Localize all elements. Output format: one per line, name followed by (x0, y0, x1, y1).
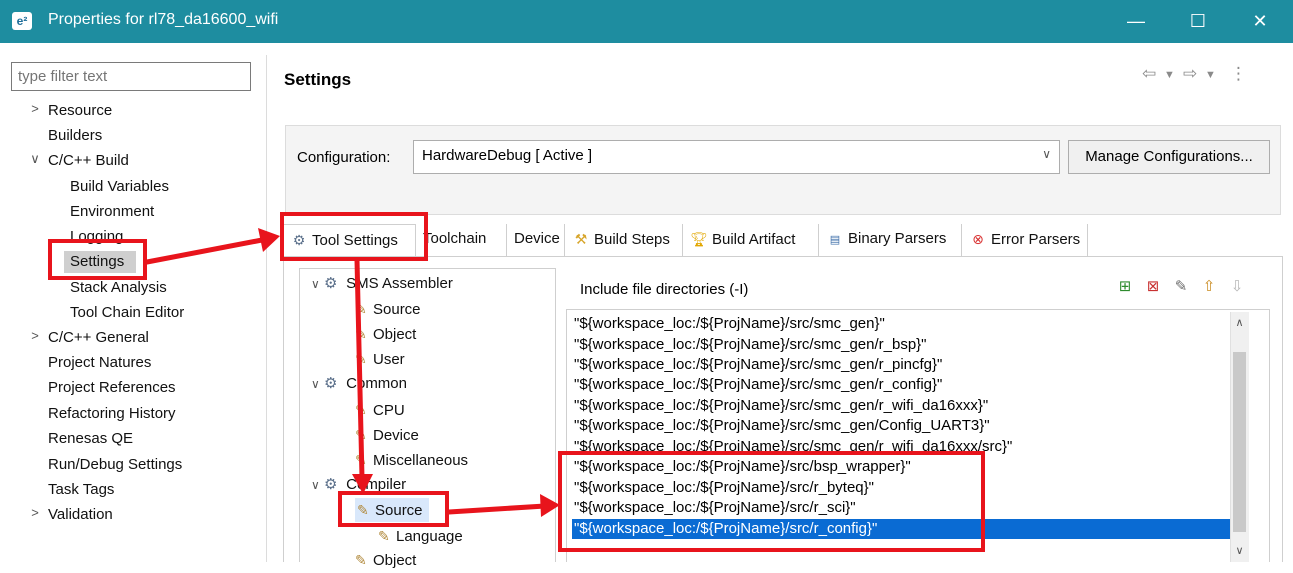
trophy-icon: 🏆︎ (690, 231, 708, 247)
settings-page-icon: ✎ (355, 351, 367, 367)
tab-build-steps[interactable]: ⚒ Build Steps (566, 224, 683, 256)
tab-toolchain[interactable]: Toolchain (417, 224, 507, 256)
settings-page-icon: ✎ (355, 301, 367, 317)
tool-tree-item-assembler[interactable]: ∨ ⚙ SMS Assembler (311, 272, 453, 296)
window-title: Properties for rl78_da16600_wifi (48, 11, 279, 28)
configuration-select[interactable]: HardwareDebug [ Active ] ∨ (413, 140, 1060, 174)
add-icon[interactable]: ⊞ (1115, 277, 1135, 297)
annotation-box-settings (48, 239, 147, 280)
expand-validation-icon[interactable]: > (28, 505, 42, 520)
include-title: Include file directories (-I) (580, 281, 749, 298)
move-up-icon[interactable]: ⇧ (1199, 277, 1219, 297)
forward-dropdown-icon[interactable]: ▼ (1205, 69, 1216, 81)
collapse-build-icon[interactable]: ∨ (28, 151, 42, 167)
tab-error-parsers[interactable]: ⊗ Error Parsers (963, 224, 1088, 256)
settings-page-icon: ✎ (355, 552, 367, 568)
minimize-button[interactable]: — (1105, 0, 1167, 43)
scroll-up-icon[interactable]: ∧ (1232, 316, 1247, 329)
tab-device[interactable]: Device (508, 224, 565, 256)
build-steps-icon: ⚒ (574, 231, 588, 247)
tool-tree-item-device[interactable]: ✎ Device (355, 423, 419, 447)
back-dropdown-icon[interactable]: ▼ (1164, 69, 1175, 81)
tree-item-project-natures[interactable]: Project Natures (48, 352, 151, 374)
binary-icon: ▤ (829, 234, 841, 246)
configuration-label: Configuration: (297, 149, 391, 166)
settings-page-icon: ✎ (355, 402, 367, 418)
tree-item-tool-chain-editor[interactable]: Tool Chain Editor (70, 302, 184, 324)
tree-item-build-variables[interactable]: Build Variables (70, 176, 169, 198)
collapse-icon[interactable]: ∨ (311, 478, 320, 492)
tool-tree-item-asm-user[interactable]: ✎ User (355, 347, 405, 371)
tree-item-environment[interactable]: Environment (70, 201, 154, 223)
tool-tree-item-cpu[interactable]: ✎ CPU (355, 398, 405, 422)
list-item[interactable]: "${workspace_loc:/${ProjName}/src/smc_ge… (572, 355, 1230, 375)
tab-bar: ⚙ Tool Settings Toolchain Device ⚒ Build S… (283, 224, 1283, 256)
tree-item-stack-analysis[interactable]: Stack Analysis (70, 277, 167, 299)
annotation-box-tool-settings (280, 212, 428, 261)
tool-tree-item-language[interactable]: ✎ Language (378, 524, 463, 548)
tree-item-project-references[interactable]: Project References (48, 377, 176, 399)
settings-page-icon: ✎ (355, 427, 367, 443)
tree-item-refactoring-history[interactable]: Refactoring History (48, 403, 176, 425)
tree-item-resource[interactable]: Resource (48, 100, 112, 122)
title-bar: e² Properties for rl78_da16600_wifi — ☐ … (0, 0, 1293, 43)
settings-page-icon: ✎ (378, 528, 390, 544)
manage-configurations-button[interactable]: Manage Configurations... (1068, 140, 1270, 174)
close-button[interactable]: ✕ (1229, 0, 1291, 43)
arrow-settings-to-tab (144, 237, 265, 265)
error-icon: ⊗ (972, 231, 984, 247)
tree-item-builders[interactable]: Builders (48, 125, 102, 147)
tree-item-task-tags[interactable]: Task Tags (48, 479, 114, 501)
move-down-icon[interactable]: ⇩ (1227, 277, 1247, 297)
list-item[interactable]: "${workspace_loc:/${ProjName}/src/smc_ge… (572, 375, 1230, 395)
gear-icon: ⚙ (323, 375, 338, 392)
app-icon: e² (12, 12, 32, 30)
tree-item-validation[interactable]: Validation (48, 504, 113, 526)
collapse-icon[interactable]: ∨ (311, 277, 320, 291)
tree-item-run-debug-settings[interactable]: Run/Debug Settings (48, 454, 182, 476)
chevron-down-icon: ∨ (1042, 147, 1051, 161)
list-item[interactable]: "${workspace_loc:/${ProjName}/src/smc_ge… (572, 416, 1230, 436)
forward-icon[interactable]: ⇨ (1183, 64, 1197, 84)
tool-tree-item-compiler-object[interactable]: ✎ Object (355, 548, 416, 572)
expand-resource-icon[interactable]: > (28, 101, 42, 116)
arrow-head-1 (258, 228, 280, 252)
annotation-box-source (338, 491, 449, 527)
tool-tree-item-miscellaneous[interactable]: ✎ Miscellaneous (355, 448, 468, 472)
list-item[interactable]: "${workspace_loc:/${ProjName}/src/smc_ge… (572, 335, 1230, 355)
tool-tree-item-asm-source[interactable]: ✎ Source (355, 297, 421, 321)
collapse-icon[interactable]: ∨ (311, 377, 320, 391)
tab-build-artifact[interactable]: 🏆︎ Build Artifact (684, 224, 819, 256)
menu-icon[interactable]: ⋮ (1230, 64, 1247, 84)
page-title: Settings (284, 70, 352, 89)
tool-tree-item-common[interactable]: ∨ ⚙ Common (311, 372, 407, 396)
filter-input[interactable] (11, 62, 251, 91)
tree-item-cpp-general[interactable]: C/C++ General (48, 327, 149, 349)
expand-general-icon[interactable]: > (28, 328, 42, 343)
configuration-value: HardwareDebug [ Active ] (422, 147, 593, 164)
maximize-button[interactable]: ☐ (1167, 0, 1229, 43)
tree-item-cpp-build[interactable]: C/C++ Build (48, 150, 129, 172)
back-icon[interactable]: ⇦ (1142, 64, 1156, 84)
list-item[interactable]: "${workspace_loc:/${ProjName}/src/smc_ge… (572, 314, 1230, 334)
tab-binary-parsers[interactable]: ▤ Binary Parsers (820, 224, 962, 256)
gear-icon: ⚙ (323, 275, 338, 292)
tree-item-renesas-qe[interactable]: Renesas QE (48, 428, 133, 450)
settings-page-icon: ✎ (355, 452, 367, 468)
settings-page-icon: ✎ (355, 326, 367, 342)
delete-icon[interactable]: ⊠ (1143, 277, 1163, 297)
annotation-box-includes (558, 451, 985, 552)
scroll-down-icon[interactable]: ∨ (1232, 544, 1247, 557)
pane-divider[interactable] (266, 55, 267, 562)
list-item[interactable]: "${workspace_loc:/${ProjName}/src/smc_ge… (572, 396, 1230, 416)
edit-icon[interactable]: ✎ (1171, 277, 1191, 297)
tool-tree-item-asm-object[interactable]: ✎ Object (355, 322, 416, 346)
scrollbar-thumb[interactable] (1233, 352, 1246, 532)
